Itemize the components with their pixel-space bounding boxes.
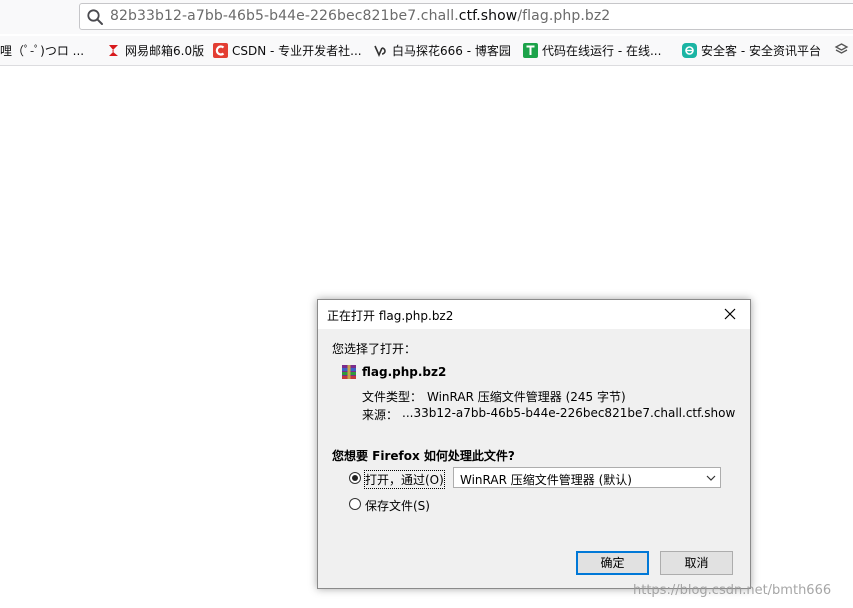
- bookmark-label: 安全客 - 安全资讯平台: [701, 44, 821, 58]
- bookmark-item-emoticon[interactable]: 哩（ﾟ-ﾟ)つロ ...: [0, 42, 84, 60]
- url-prefix: 82b33b12-a7bb-46b5-b44e-226bec821be7.cha…: [110, 8, 459, 24]
- cancel-button[interactable]: 取消: [660, 551, 733, 575]
- url-domain: ctf.show: [458, 8, 518, 24]
- watermark: https://blog.csdn.net/bmth666: [633, 583, 832, 598]
- layers-icon: [834, 42, 849, 57]
- open-with-select[interactable]: WinRAR 压缩文件管理器 (默认): [453, 467, 721, 488]
- cnblogs-icon: [373, 43, 388, 58]
- bookmark-item-cnblogs[interactable]: 白马探花666 - 博客园: [373, 42, 511, 60]
- ok-button[interactable]: 确定: [576, 551, 649, 575]
- file-type-label: 文件类型：: [362, 390, 423, 404]
- bookmark-label: CSDN - 专业开发者社...: [232, 44, 362, 58]
- close-icon: [724, 308, 736, 320]
- open-with-label[interactable]: 打开，通过(O): [364, 470, 445, 489]
- file-name: flag.php.bz2: [362, 365, 447, 379]
- bookmark-item-csdn[interactable]: CSDN - 专业开发者社...: [213, 42, 362, 60]
- file-type-value: WinRAR 压缩文件管理器 (245 字节): [427, 390, 626, 404]
- dialog-title: 正在打开 flag.php.bz2: [327, 309, 454, 323]
- bookmark-item-code-runner[interactable]: 代码在线运行 - 在线...: [523, 42, 661, 60]
- search-icon: [87, 9, 103, 25]
- url-bar[interactable]: 82b33b12-a7bb-46b5-b44e-226bec821be7.cha…: [79, 3, 853, 30]
- browser-toolbar: 82b33b12-a7bb-46b5-b44e-226bec821be7.cha…: [0, 0, 853, 34]
- save-file-radio[interactable]: [349, 498, 361, 510]
- url-text[interactable]: 82b33b12-a7bb-46b5-b44e-226bec821be7.cha…: [110, 8, 610, 24]
- csdn-icon: [213, 43, 228, 58]
- bookmark-label: 哩（ﾟ-ﾟ)つロ ...: [0, 44, 85, 58]
- bookmarks-toolbar: 哩（ﾟ-ﾟ)つロ ... 网易邮箱6.0版 CSDN - 专业开发者社... 白…: [0, 36, 853, 66]
- code-runner-icon: [523, 43, 538, 58]
- bookmark-item-overflow[interactable]: [834, 42, 853, 60]
- dialog-titlebar: 正在打开 flag.php.bz2: [318, 300, 750, 329]
- open-file-dialog: 正在打开 flag.php.bz2 您选择了打开： flag.php.bz2 文…: [317, 299, 751, 589]
- netease-mail-icon: [106, 43, 121, 58]
- chevron-down-icon: [706, 475, 716, 481]
- open-with-selected-value: WinRAR 压缩文件管理器 (默认): [460, 473, 632, 487]
- url-path: /flag.php.bz2: [517, 8, 611, 24]
- handling-question: 您想要 Firefox 如何处理此文件?: [332, 449, 515, 463]
- bookmark-label: 代码在线运行 - 在线...: [542, 44, 662, 58]
- bookmark-label: 网易邮箱6.0版: [125, 44, 205, 58]
- dialog-intro: 您选择了打开：: [332, 342, 417, 356]
- winrar-archive-icon: [342, 365, 356, 379]
- file-source-value: ...33b12-a7bb-46b5-b44e-226bec821be7.cha…: [402, 406, 736, 420]
- file-source-label: 来源：: [362, 408, 399, 422]
- anquanke-icon: [682, 43, 697, 58]
- bookmark-item-netease-mail[interactable]: 网易邮箱6.0版: [106, 42, 204, 60]
- save-file-label[interactable]: 保存文件(S): [365, 497, 430, 514]
- dialog-close-button[interactable]: [712, 300, 748, 329]
- bookmark-item-anquanke[interactable]: 安全客 - 安全资讯平台: [682, 42, 821, 60]
- bookmark-label: 白马探花666 - 博客园: [392, 44, 511, 58]
- open-with-radio[interactable]: [349, 472, 361, 484]
